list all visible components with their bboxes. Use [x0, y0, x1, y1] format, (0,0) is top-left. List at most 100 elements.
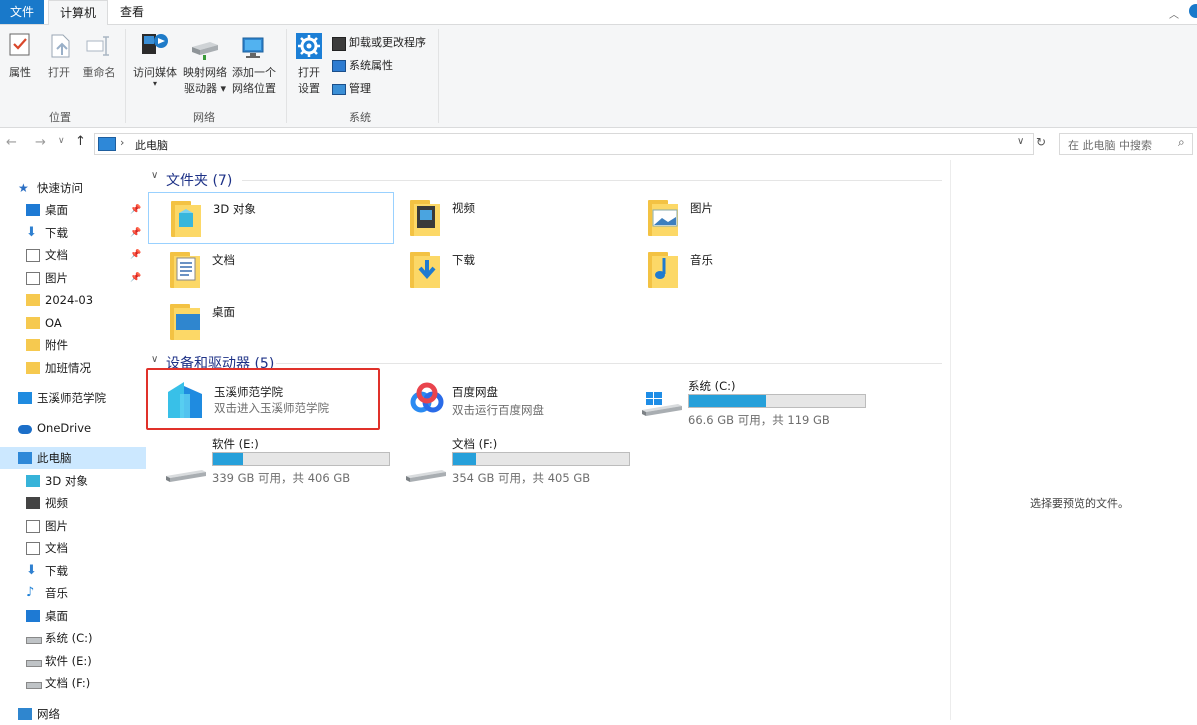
- device-tile[interactable]: 百度网盘 双击运行百度网盘: [402, 378, 642, 436]
- sidebar-item[interactable]: 加班情况: [0, 357, 146, 379]
- open-settings-button-line2[interactable]: 设置: [292, 81, 326, 97]
- sidebar-item[interactable]: 桌面: [0, 605, 146, 627]
- folders-section-header[interactable]: 文件夹 (7): [166, 170, 232, 190]
- uninstall-program-button[interactable]: 卸载或更改程序: [332, 35, 426, 51]
- address-path[interactable]: 此电脑: [135, 137, 168, 153]
- sidebar-item[interactable]: ♪ 音乐: [0, 582, 146, 604]
- group-separator: [125, 29, 126, 123]
- cloud-icon: [18, 425, 32, 434]
- settings-gear-icon[interactable]: [296, 33, 322, 59]
- sidebar-item[interactable]: OneDrive: [0, 417, 146, 439]
- up-arrow-icon[interactable]: ↑: [75, 134, 86, 149]
- collapse-ribbon-icon[interactable]: ︿: [1169, 6, 1179, 21]
- sidebar-item[interactable]: 文档 (F:): [0, 672, 146, 694]
- sidebar-item-label: OneDrive: [37, 421, 92, 435]
- device-subtitle: 354 GB 可用，共 405 GB: [452, 471, 591, 485]
- drive-icon: [404, 458, 448, 486]
- app-icon: [18, 392, 32, 404]
- drive-usage-fill: [213, 453, 243, 465]
- add-network-location-icon[interactable]: [240, 35, 268, 61]
- sidebar-item-label: 软件 (E:): [45, 654, 92, 668]
- sidebar-item[interactable]: 桌面 📌: [0, 199, 146, 221]
- sidebar-item[interactable]: 文档: [0, 537, 146, 559]
- drive-usage-bar: [452, 452, 630, 466]
- sidebar-item-label: 下载: [45, 226, 68, 240]
- group-separator: [286, 29, 287, 123]
- pictures-folder-icon: [646, 196, 686, 238]
- device-tile[interactable]: 系统 (C:) 66.6 GB 可用，共 119 GB: [640, 378, 880, 436]
- sidebar-item-label: 附件: [45, 338, 68, 352]
- tab-file[interactable]: 文件: [0, 0, 44, 24]
- sidebar-item[interactable]: ★ 快速访问: [0, 177, 146, 199]
- drive-icon: [26, 637, 42, 644]
- sidebar-item[interactable]: 图片: [0, 515, 146, 537]
- tab-view[interactable]: 查看: [112, 0, 152, 24]
- tab-computer[interactable]: 计算机: [48, 0, 108, 26]
- system-properties-button[interactable]: 系统属性: [332, 58, 393, 74]
- address-dropdown-icon[interactable]: ∨: [1017, 136, 1024, 147]
- group-label-network: 网络: [193, 111, 215, 124]
- open-icon[interactable]: [49, 33, 75, 59]
- forward-arrow-icon[interactable]: →: [35, 135, 46, 150]
- folder-icon: [26, 339, 40, 351]
- folder-tile[interactable]: 视频: [388, 192, 632, 242]
- sidebar-item[interactable]: 图片 📌: [0, 267, 146, 289]
- rename-icon[interactable]: [86, 35, 112, 57]
- sidebar-item[interactable]: 此电脑: [0, 447, 146, 469]
- search-placeholder[interactable]: 在 此电脑 中搜索: [1068, 137, 1152, 153]
- sidebar-item[interactable]: 3D 对象: [0, 470, 146, 492]
- properties-icon[interactable]: [9, 33, 31, 57]
- sidebar-item[interactable]: 系统 (C:): [0, 627, 146, 649]
- dropdown-arrow-icon[interactable]: ▾: [153, 79, 157, 88]
- manage-button[interactable]: 管理: [332, 81, 371, 97]
- sidebar-item[interactable]: 玉溪师范学院: [0, 387, 146, 409]
- open-settings-button[interactable]: 打开: [292, 65, 326, 81]
- map-network-drive-button-line2[interactable]: 驱动器 ▾: [181, 81, 229, 97]
- preview-pane: 选择要预览的文件。: [950, 160, 1197, 720]
- refresh-icon[interactable]: ↻: [1036, 135, 1046, 149]
- sidebar-item[interactable]: 文档 📌: [0, 244, 146, 266]
- downloads-folder-icon: [408, 248, 448, 290]
- search-icon[interactable]: ⌕: [1178, 135, 1185, 150]
- search-box[interactable]: 在 此电脑 中搜索 ⌕: [1059, 133, 1193, 155]
- folder-tile[interactable]: 3D 对象: [148, 192, 394, 244]
- map-network-drive-icon[interactable]: [190, 39, 220, 61]
- device-tile[interactable]: 文档 (F:) 354 GB 可用，共 405 GB: [404, 436, 644, 494]
- sidebar-item-label: 文档: [45, 541, 68, 555]
- sidebar-item[interactable]: 软件 (E:): [0, 650, 146, 672]
- recent-locations-chevron-icon[interactable]: ∨: [58, 136, 65, 146]
- windows-drive-icon: [640, 392, 684, 420]
- sidebar-item[interactable]: 网络: [0, 703, 146, 725]
- back-arrow-icon[interactable]: ←: [6, 135, 17, 150]
- rename-button[interactable]: 重命名: [78, 65, 120, 81]
- add-network-location-button[interactable]: 添加一个: [230, 65, 278, 81]
- folder-tile[interactable]: 文档: [148, 244, 392, 294]
- access-media-icon[interactable]: [139, 31, 169, 59]
- device-tile[interactable]: 玉溪师范学院 双击进入玉溪师范学院: [146, 368, 380, 430]
- sidebar-item[interactable]: OA: [0, 312, 146, 334]
- help-icon[interactable]: [1189, 4, 1197, 18]
- sidebar-item[interactable]: 2024-03: [0, 289, 146, 311]
- open-button[interactable]: 打开: [44, 65, 74, 81]
- collapse-chevron-icon[interactable]: ∨: [151, 354, 158, 365]
- sidebar-item[interactable]: ⬇ 下载 📌: [0, 222, 146, 244]
- add-network-location-button-line2[interactable]: 网络位置: [230, 81, 278, 97]
- folder-tile[interactable]: 图片: [626, 192, 870, 242]
- folder-tile[interactable]: 下载: [388, 244, 632, 294]
- map-network-drive-button[interactable]: 映射网络: [181, 65, 229, 81]
- sidebar-item[interactable]: 视频: [0, 492, 146, 514]
- ribbon-tab-bar: 文件 计算机 查看 ︿: [0, 0, 1197, 26]
- properties-button[interactable]: 属性: [2, 65, 38, 81]
- pin-icon[interactable]: 📌: [130, 244, 141, 266]
- address-bar[interactable]: › 此电脑 ∨: [94, 133, 1034, 155]
- sidebar-item[interactable]: ⬇ 下载: [0, 560, 146, 582]
- sidebar-item[interactable]: 附件: [0, 334, 146, 356]
- pin-icon[interactable]: 📌: [130, 267, 141, 289]
- address-separator[interactable]: ›: [120, 136, 124, 149]
- folder-tile[interactable]: 桌面: [148, 296, 392, 346]
- pin-icon[interactable]: 📌: [130, 222, 141, 244]
- device-tile[interactable]: 软件 (E:) 339 GB 可用，共 406 GB: [164, 436, 404, 494]
- collapse-chevron-icon[interactable]: ∨: [151, 170, 158, 181]
- pin-icon[interactable]: 📌: [130, 199, 141, 221]
- folder-tile[interactable]: 音乐: [626, 244, 870, 294]
